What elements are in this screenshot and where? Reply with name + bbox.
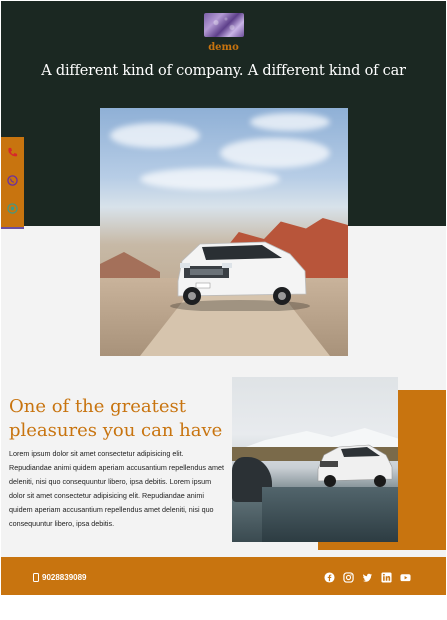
contact-side-bar [1, 137, 24, 229]
youtube-icon[interactable] [400, 572, 411, 583]
footer-phone-number: 9028839089 [42, 573, 87, 582]
feature-heading: One of the greatest pleasures you can ha… [9, 396, 223, 441]
brand-logo[interactable] [204, 13, 244, 37]
page-headline: A different kind of company. A different… [41, 63, 406, 79]
page: demo A different kind of company. A diff… [1, 1, 446, 595]
feature-car-image [232, 377, 398, 542]
crossover-graphic [317, 444, 393, 487]
location-icon[interactable] [7, 203, 18, 214]
brand-name: demo [208, 42, 239, 53]
social-links [324, 572, 411, 583]
linkedin-icon[interactable] [381, 572, 392, 583]
mobile-icon [33, 573, 39, 582]
feature-paragraph: Lorem ipsum dolor sit amet consectetur a… [9, 449, 224, 528]
footer-phone[interactable]: 9028839089 [33, 573, 87, 582]
suv-graphic [170, 241, 310, 311]
whatsapp-icon[interactable] [7, 175, 18, 186]
twitter-icon[interactable] [362, 572, 373, 583]
phone-icon[interactable] [7, 147, 18, 158]
hero-car-image [100, 108, 348, 356]
facebook-icon[interactable] [324, 572, 335, 583]
instagram-icon[interactable] [343, 572, 354, 583]
